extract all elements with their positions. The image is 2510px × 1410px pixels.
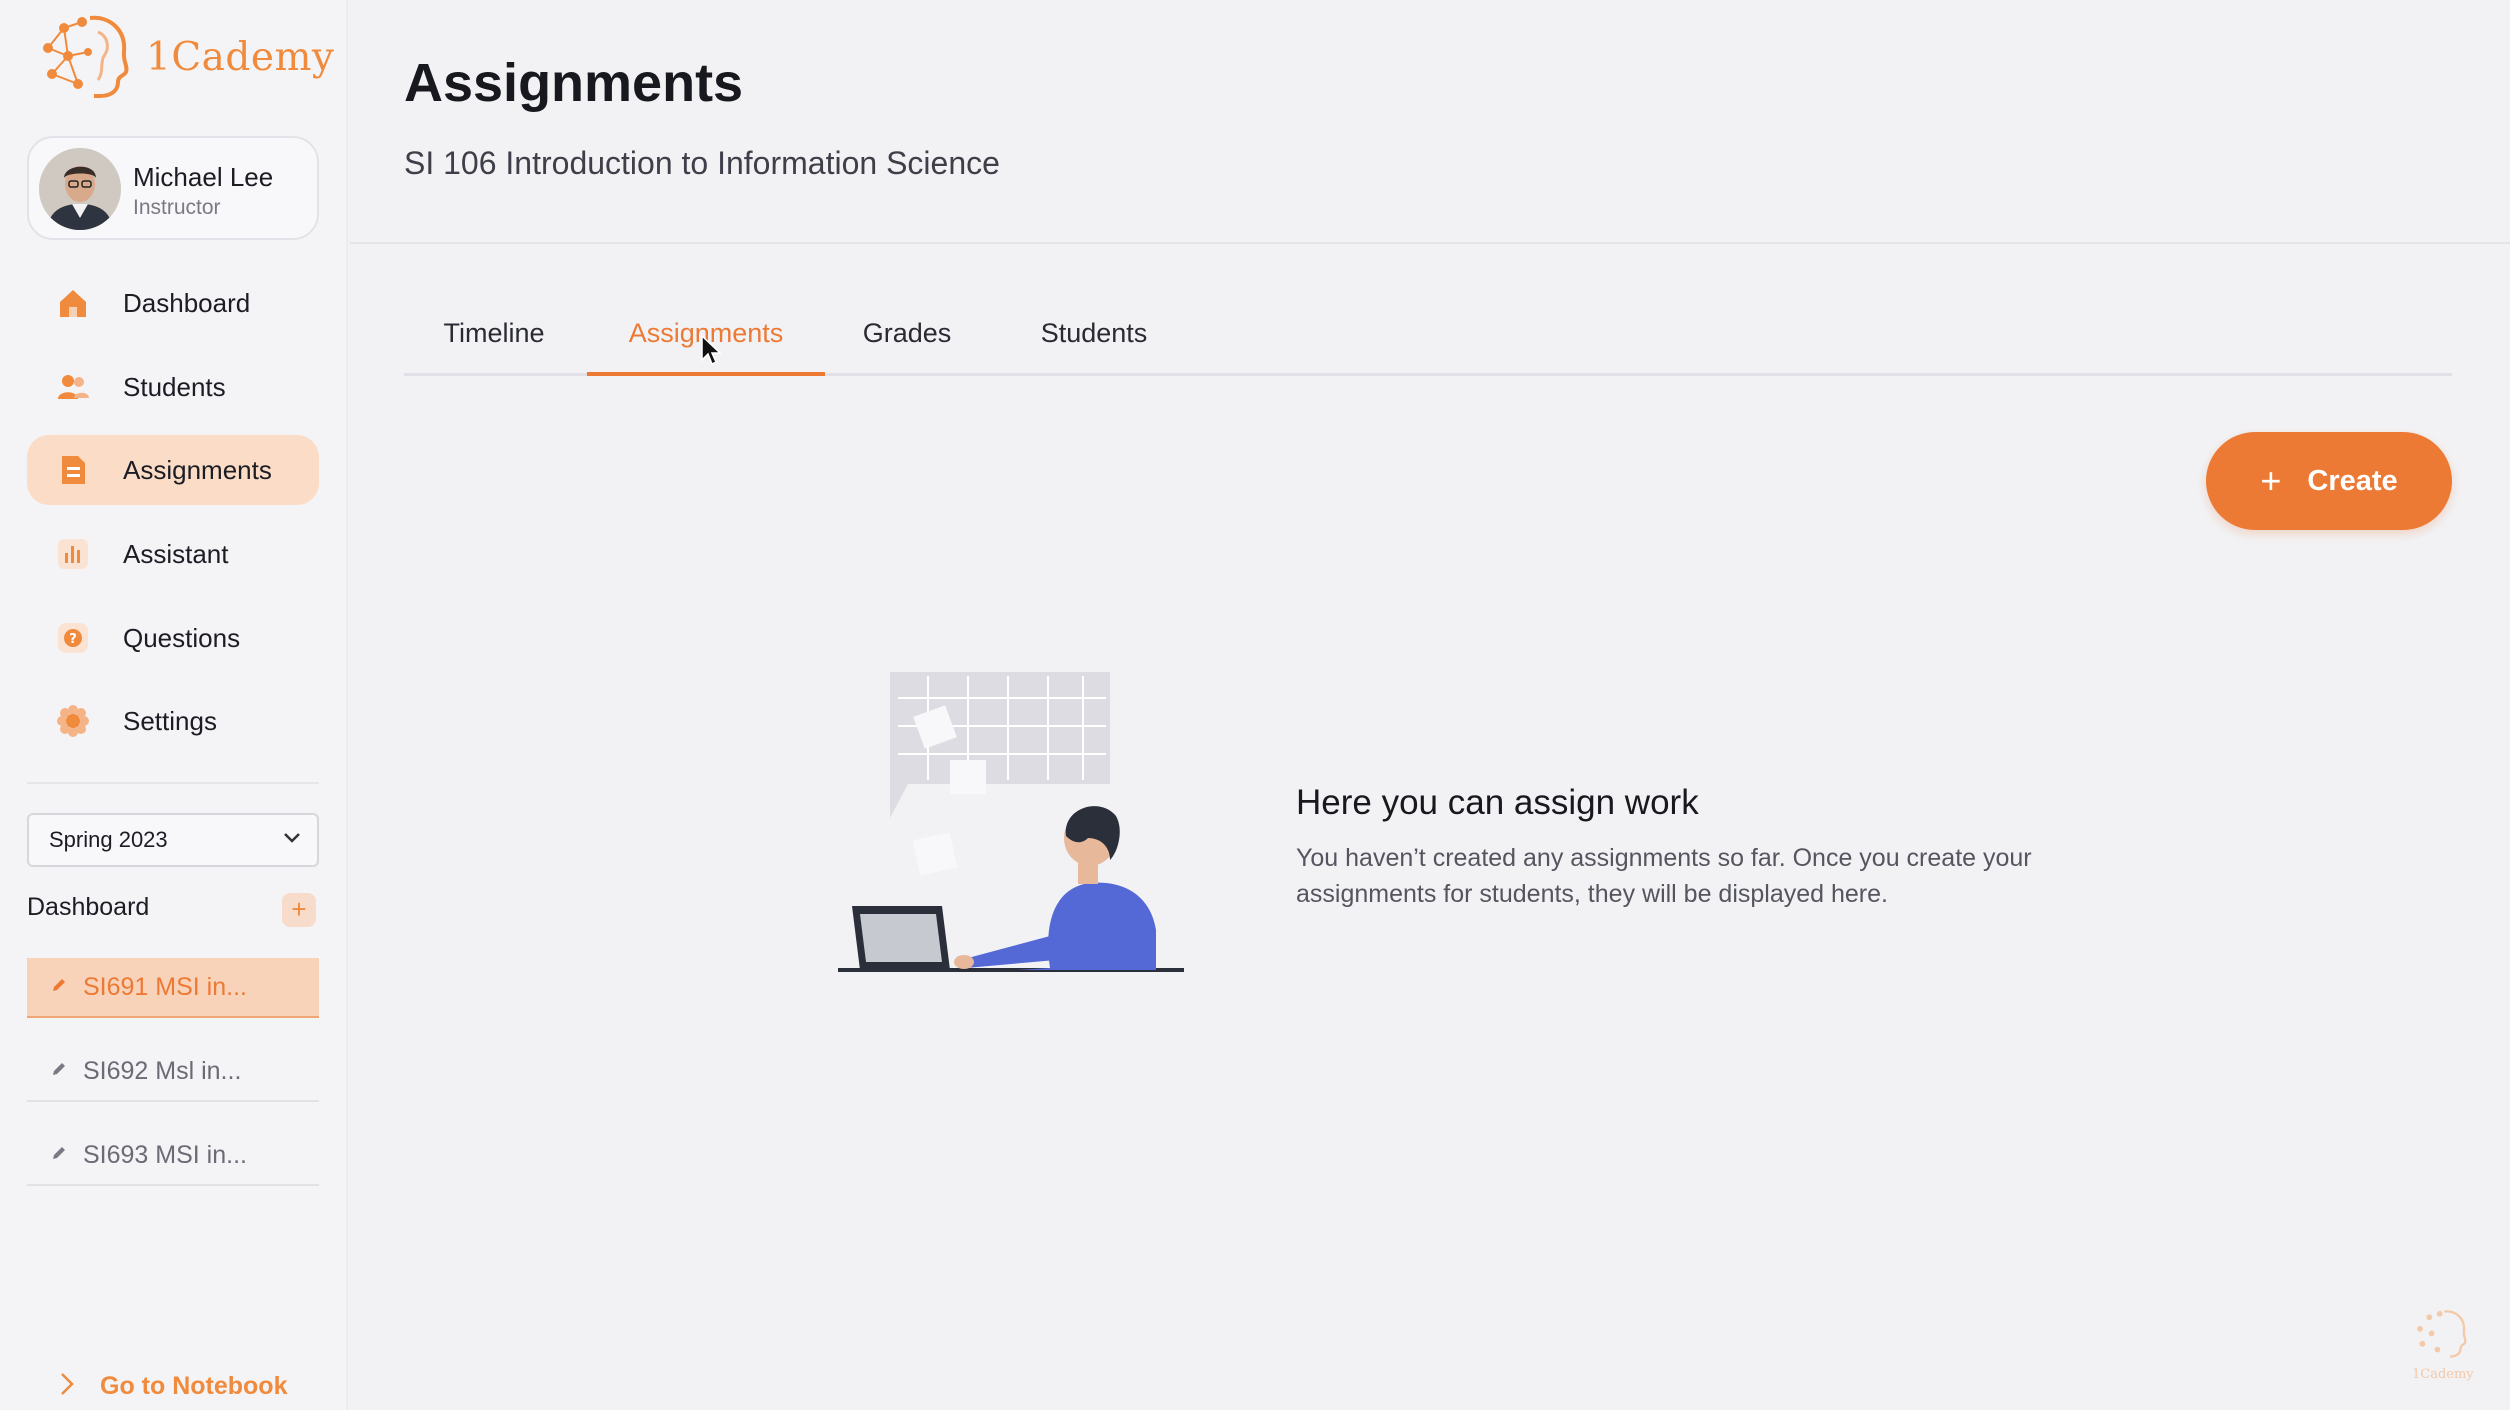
semester-select[interactable]: Spring 2023 xyxy=(27,813,319,867)
sidebar-item-label: Assistant xyxy=(123,538,229,569)
empty-state-description: You haven’t created any assignments so f… xyxy=(1296,844,2032,908)
document-icon xyxy=(55,452,91,488)
user-profile-card[interactable]: Michael Lee Instructor xyxy=(27,136,319,240)
empty-state-title: Here you can assign work xyxy=(1296,783,1699,822)
pencil-icon xyxy=(51,1061,67,1082)
create-button-label: Create xyxy=(2307,464,2398,497)
pencil-icon xyxy=(51,977,67,998)
sidebar-item-label: Assignments xyxy=(123,454,272,485)
sidebar-item-label: Questions xyxy=(123,622,241,653)
course-label: SI692 Msl in... xyxy=(83,1056,242,1085)
bar-chart-icon xyxy=(55,536,91,572)
brain-logo-icon xyxy=(2417,1310,2467,1358)
header-divider xyxy=(350,242,2510,244)
create-assignment-button[interactable]: + Create xyxy=(2206,432,2452,530)
users-icon xyxy=(55,369,91,405)
page-title: Assignments xyxy=(404,53,744,113)
course-item-si691[interactable]: SI691 MSI in... xyxy=(27,958,319,1018)
avatar xyxy=(39,148,121,230)
svg-text:?: ? xyxy=(69,632,77,647)
sidebar-divider xyxy=(27,782,319,784)
sidebar-item-assistant[interactable]: Assistant xyxy=(27,519,319,589)
empty-state-illustration xyxy=(838,672,1184,972)
course-label: SI693 MSI in... xyxy=(83,1140,247,1169)
tab-timeline[interactable]: Timeline xyxy=(404,310,584,376)
brand-logo[interactable]: 1Cademy xyxy=(38,12,334,102)
course-item-si692[interactable]: SI692 Msl in... xyxy=(27,1042,319,1102)
sidebar-item-label: Students xyxy=(123,371,226,402)
sidebar-item-label: Settings xyxy=(123,705,217,736)
sidebar-item-label: Dashboard xyxy=(123,287,251,318)
semester-value: Spring 2023 xyxy=(49,827,168,852)
brain-logo-icon xyxy=(43,15,129,98)
sidebar-item-assignments[interactable]: Assignments xyxy=(27,435,319,505)
watermark-text: 1Cademy xyxy=(2412,1367,2474,1382)
sidebar-item-students[interactable]: Students xyxy=(27,352,319,422)
course-item-si693[interactable]: SI693 MSI in... xyxy=(27,1126,319,1186)
sidebar-item-settings[interactable]: Settings xyxy=(27,686,319,756)
tab-grades[interactable]: Grades xyxy=(837,310,977,376)
home-icon xyxy=(55,285,91,321)
course-subtitle: SI 106 Introduction to Information Scien… xyxy=(404,145,1000,181)
user-role: Instructor xyxy=(133,196,221,219)
sidebar-item-dashboard[interactable]: Dashboard xyxy=(27,268,319,338)
tab-students[interactable]: Students xyxy=(1009,310,1179,376)
pencil-icon xyxy=(51,1145,67,1166)
brand-watermark: 1Cademy xyxy=(2412,1308,2474,1382)
brand-name: 1Cademy xyxy=(146,34,335,80)
plus-icon: + xyxy=(2260,460,2282,501)
chevron-right-icon xyxy=(60,1372,74,1401)
go-to-notebook-link[interactable]: Go to Notebook xyxy=(60,1372,287,1401)
user-name: Michael Lee xyxy=(133,162,274,192)
sidebar-item-questions[interactable]: ? Questions xyxy=(27,603,319,673)
add-course-button[interactable]: + xyxy=(282,893,316,927)
go-to-notebook-label: Go to Notebook xyxy=(100,1372,288,1400)
gear-icon xyxy=(55,703,91,739)
course-label: SI691 MSI in... xyxy=(83,972,247,1001)
sidebar: 1Cademy Michael Lee Instructor Dashboard xyxy=(0,0,348,1410)
dashboard-section-heading: Dashboard xyxy=(27,893,150,921)
chevron-down-icon xyxy=(283,831,301,849)
question-icon: ? xyxy=(55,620,91,656)
mouse-cursor-icon xyxy=(701,334,722,366)
